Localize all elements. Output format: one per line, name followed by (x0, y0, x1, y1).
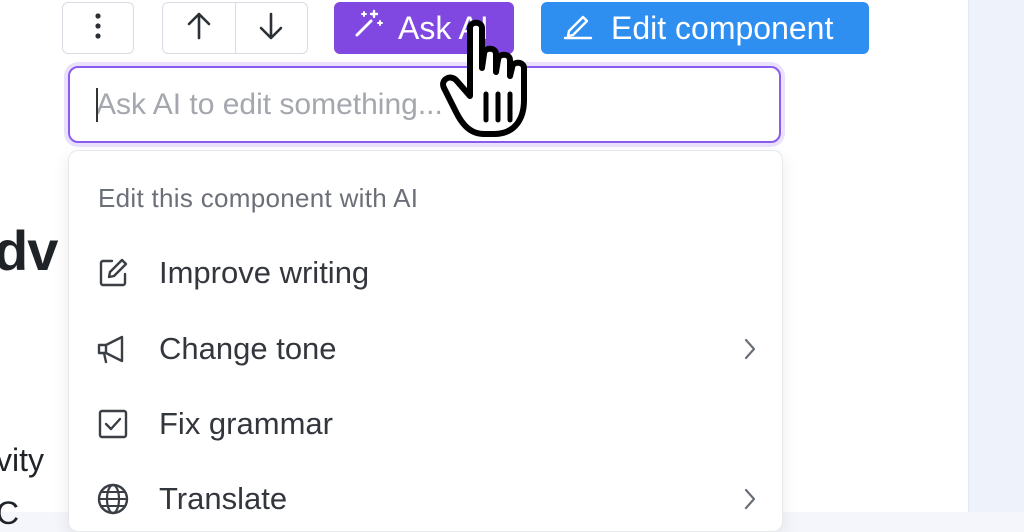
checkbox-icon (93, 404, 133, 444)
edit-component-label: Edit component (611, 9, 834, 46)
text-caret (96, 88, 98, 122)
body-text-fragment-2: C (0, 495, 20, 531)
move-up-button[interactable] (163, 3, 235, 53)
arrow-up-icon (185, 11, 213, 46)
pencil-icon (561, 7, 595, 49)
ask-ai-input[interactable] (96, 68, 756, 141)
menu-item-change-tone[interactable]: Change tone (69, 319, 782, 379)
menu-heading: Edit this component with AI (98, 183, 419, 213)
chevron-right-icon (740, 334, 760, 364)
side-panel-edge (968, 0, 1024, 512)
menu-item-fix-grammar[interactable]: Fix grammar (69, 394, 782, 454)
globe-icon (93, 479, 133, 519)
menu-item-translate[interactable]: Translate (69, 469, 782, 529)
move-down-button[interactable] (234, 3, 308, 53)
move-button-group (162, 2, 308, 54)
chevron-right-icon (740, 484, 760, 514)
body-text-fragment: vity (0, 442, 44, 478)
more-vertical-icon (94, 12, 102, 45)
ai-actions-menu: Edit this component with AI Improve writ… (68, 150, 783, 532)
more-options-button[interactable] (62, 2, 134, 54)
edit-square-icon (93, 253, 133, 293)
ask-ai-button[interactable]: Ask AI (334, 2, 514, 54)
arrow-down-icon (257, 11, 285, 46)
menu-item-label: Improve writing (159, 255, 370, 290)
edit-component-button[interactable]: Edit component (541, 2, 869, 54)
page-heading-fragment: dv (0, 219, 58, 282)
menu-item-label: Fix grammar (159, 406, 333, 441)
menu-item-improve-writing[interactable]: Improve writing (69, 243, 782, 303)
megaphone-icon (93, 329, 133, 369)
magic-wand-icon (352, 8, 384, 48)
ask-ai-input-container (68, 66, 781, 143)
ask-ai-label: Ask AI (398, 9, 489, 46)
menu-item-label: Change tone (159, 331, 337, 366)
